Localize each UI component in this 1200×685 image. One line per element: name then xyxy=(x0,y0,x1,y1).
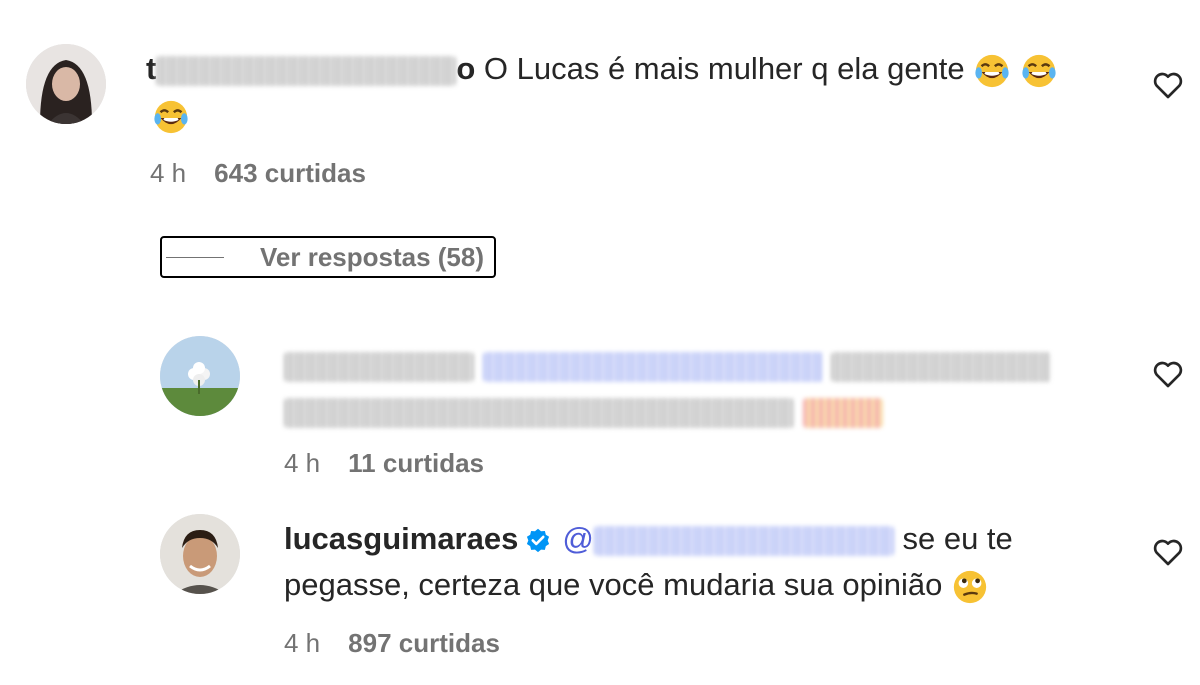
timestamp: 4 h xyxy=(150,158,187,188)
reply-text-line2: pegasse, certeza que você mudaria sua op… xyxy=(284,562,989,608)
like-count[interactable]: 643 curtidas xyxy=(214,158,366,188)
username[interactable]: to xyxy=(146,51,475,86)
redacted-username xyxy=(284,351,474,382)
avatar[interactable] xyxy=(160,514,240,594)
like-count[interactable]: 11 curtidas xyxy=(348,448,484,478)
timestamp: 4 h xyxy=(284,628,321,658)
face-with-rolling-eyes-emoji-icon xyxy=(953,570,987,603)
reply-body-line1: se eu te xyxy=(902,521,1013,556)
comment-body: O Lucas é mais mulher q ela gente xyxy=(483,51,965,86)
redacted-emoji xyxy=(802,397,883,428)
joy-emoji-icon xyxy=(975,54,1009,87)
heart-icon[interactable] xyxy=(1152,537,1184,567)
redacted-text xyxy=(831,351,1052,382)
comment-meta: 4 h 11 curtidas xyxy=(284,448,484,479)
heart-icon[interactable] xyxy=(1152,359,1184,389)
mention-link[interactable]: @ xyxy=(562,521,894,556)
reply-text: lucasguimaraes @ se eu te xyxy=(284,516,1013,562)
redacted-username xyxy=(156,55,457,86)
reply-text-redacted xyxy=(284,342,1052,388)
avatar[interactable] xyxy=(26,44,106,124)
timestamp: 4 h xyxy=(284,448,321,478)
reply-text-redacted-line2 xyxy=(284,388,883,434)
view-replies-label: Ver respostas (58) xyxy=(260,241,485,272)
joy-emoji-icon xyxy=(154,100,188,133)
redacted-mention[interactable] xyxy=(482,351,823,382)
username[interactable]: lucasguimaraes xyxy=(284,521,518,556)
reply-body-line2: pegasse, certeza que você mudaria sua op… xyxy=(284,567,943,602)
avatar[interactable] xyxy=(160,336,240,416)
comment-text-line2 xyxy=(152,92,190,138)
redacted-text xyxy=(284,397,794,428)
heart-icon[interactable] xyxy=(1152,70,1184,100)
verified-badge-icon xyxy=(527,528,550,552)
comment-meta: 4 h 643 curtidas xyxy=(150,158,366,189)
comment-meta: 4 h 897 curtidas xyxy=(284,628,500,659)
redacted-mention xyxy=(593,525,894,556)
replies-divider-line xyxy=(166,256,224,258)
joy-emoji-icon xyxy=(1022,54,1056,87)
like-count[interactable]: 897 curtidas xyxy=(348,628,500,658)
comment-text: to O Lucas é mais mulher q ela gente xyxy=(146,46,1058,92)
view-replies-button[interactable]: Ver respostas (58) xyxy=(160,236,496,278)
